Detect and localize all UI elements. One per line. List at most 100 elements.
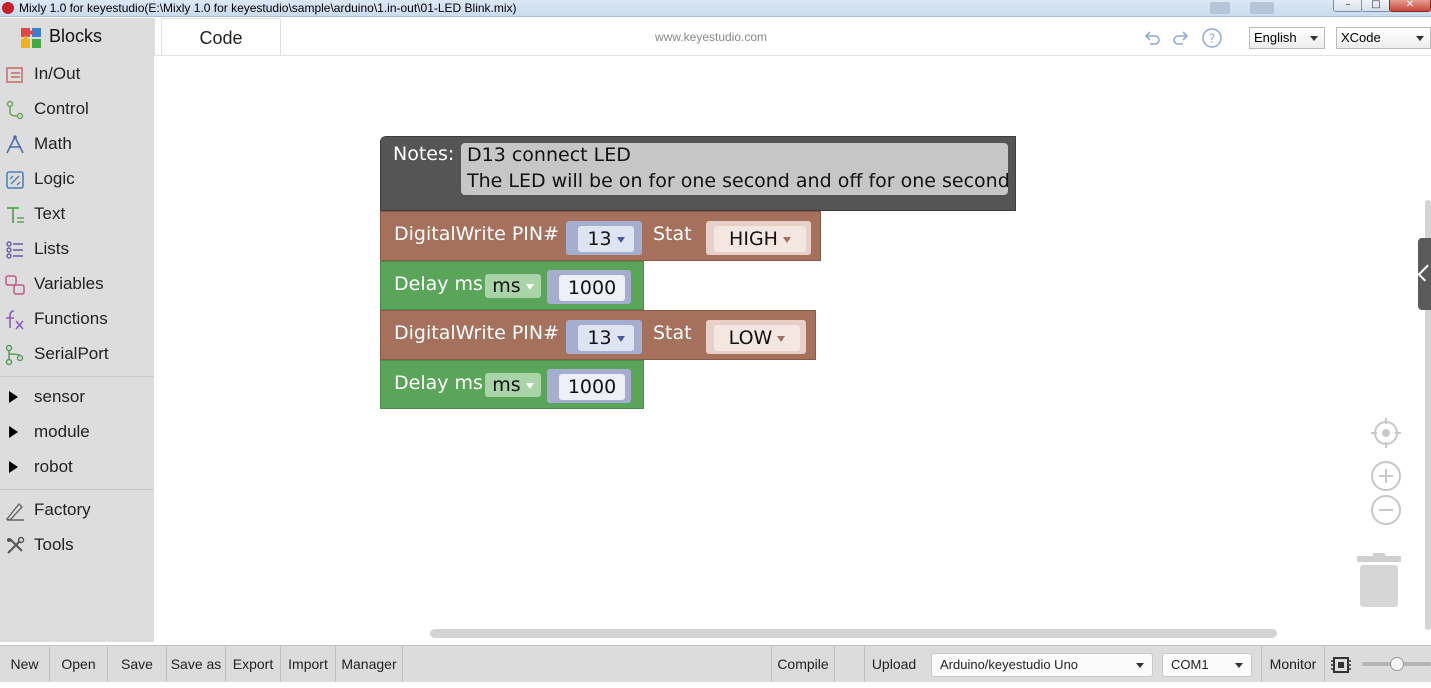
- horizontal-scrollbar[interactable]: [430, 629, 1277, 638]
- board-value: Arduino/keyestudio Uno: [940, 657, 1079, 672]
- toolbox-item-in-out[interactable]: In/Out: [0, 57, 154, 92]
- help-icon[interactable]: ?: [1201, 27, 1223, 49]
- digitalwrite-block[interactable]: DigitalWrite PIN# 13 Stat LOW: [380, 310, 816, 360]
- notes-textarea[interactable]: D13 connect LED The LED will be on for o…: [461, 143, 1010, 195]
- toolbox-group-module[interactable]: module: [0, 415, 154, 450]
- chevron-down-icon: [616, 335, 625, 342]
- zoom-in-icon[interactable]: [1370, 460, 1402, 492]
- new-button[interactable]: New: [0, 646, 50, 683]
- stat-dropdown[interactable]: HIGH: [714, 226, 806, 252]
- toolbox-item-tools[interactable]: Tools: [0, 528, 154, 563]
- toolbox-item-serialport[interactable]: SerialPort: [0, 337, 154, 372]
- delay-input[interactable]: 1000: [559, 275, 625, 301]
- digitalwrite-label: DigitalWrite PIN#: [394, 322, 560, 344]
- zoom-slider-handle[interactable]: [1390, 657, 1404, 671]
- puzzle-icon: [20, 27, 42, 49]
- redo-icon[interactable]: [1171, 28, 1191, 48]
- chevron-down-icon: [782, 236, 791, 243]
- stat-socket: HIGH: [706, 221, 811, 255]
- toolbox-group-sensor[interactable]: sensor: [0, 380, 154, 415]
- undo-icon[interactable]: [1142, 28, 1162, 48]
- unit-value: ms: [492, 374, 521, 396]
- recenter-icon[interactable]: [1370, 417, 1402, 449]
- toolbox-item-label: In/Out: [34, 64, 81, 83]
- notes-block[interactable]: Notes: D13 connect LED The LED will be o…: [380, 136, 1016, 211]
- pin-socket: 13: [566, 320, 642, 354]
- toolbox-item-label: Math: [34, 134, 72, 153]
- toolbox-item-math[interactable]: Math: [0, 127, 154, 162]
- theme-select[interactable]: XCode: [1336, 27, 1431, 49]
- upload-button[interactable]: Upload: [865, 646, 923, 683]
- chevron-down-icon: [1235, 663, 1243, 668]
- open-button[interactable]: Open: [50, 646, 108, 683]
- toolbox-item-variables[interactable]: Variables: [0, 267, 154, 302]
- toolbox-item-label: Variables: [34, 274, 104, 293]
- bottom-toolbar: New Open Save Save as Export Import Mana…: [0, 645, 1431, 683]
- pin-dropdown[interactable]: 13: [578, 226, 634, 252]
- trash-icon[interactable]: [1357, 553, 1401, 607]
- functions-icon: [4, 309, 26, 331]
- toolbox-item-label: Lists: [34, 239, 69, 258]
- export-button[interactable]: Export: [226, 646, 281, 683]
- logic-icon: [4, 169, 26, 191]
- unit-dropdown[interactable]: ms: [485, 373, 541, 397]
- toolbox-group-label: sensor: [34, 387, 86, 406]
- variables-icon: [4, 274, 26, 296]
- titlebar-widget: [1210, 2, 1230, 14]
- unit-dropdown[interactable]: ms: [485, 274, 541, 298]
- site-url[interactable]: www.keyestudio.com: [611, 30, 811, 44]
- compile-button[interactable]: Compile: [771, 646, 835, 683]
- stat-value: LOW: [728, 327, 773, 349]
- maximize-button[interactable]: □: [1361, 0, 1391, 12]
- chevron-down-icon: [616, 236, 625, 243]
- monitor-button[interactable]: Monitor: [1261, 646, 1325, 683]
- save-as-button[interactable]: Save as: [167, 646, 226, 683]
- stat-dropdown[interactable]: LOW: [714, 325, 800, 351]
- notes-label: Notes:: [393, 143, 455, 165]
- port-select[interactable]: COM1: [1162, 653, 1252, 677]
- zoom-out-icon[interactable]: [1370, 494, 1402, 526]
- pin-dropdown[interactable]: 13: [578, 325, 634, 351]
- chevron-left-icon: [1417, 264, 1431, 282]
- math-icon: [4, 134, 26, 156]
- delay-label: Delay ms: [394, 372, 483, 394]
- delay-input[interactable]: 1000: [559, 374, 625, 400]
- digitalwrite-label: DigitalWrite PIN#: [394, 223, 560, 245]
- stat-value: HIGH: [729, 228, 778, 250]
- svg-text:?: ?: [1209, 32, 1215, 46]
- delay-socket: 1000: [547, 369, 631, 403]
- toolbox-item-logic[interactable]: Logic: [0, 162, 154, 197]
- toolbox-item-control[interactable]: Control: [0, 92, 154, 127]
- chevron-down-icon: [525, 382, 534, 389]
- tab-blocks[interactable]: Blocks: [0, 18, 155, 56]
- delay-block[interactable]: Delay ms ms 1000: [380, 261, 644, 310]
- notes-line-2: The LED will be on for one second and of…: [467, 170, 1010, 192]
- toolbox-item-factory[interactable]: Factory: [0, 493, 154, 528]
- window-title: Mixly 1.0 for keyestudio(E:\Mixly 1.0 fo…: [19, 1, 517, 15]
- toolbox-group-robot[interactable]: robot: [0, 450, 154, 485]
- tools-icon: [4, 535, 26, 557]
- toolbox-item-label: Tools: [34, 535, 74, 554]
- language-value: English: [1254, 30, 1297, 45]
- save-button[interactable]: Save: [108, 646, 167, 683]
- toolbox-item-functions[interactable]: Functions: [0, 302, 154, 337]
- board-select[interactable]: Arduino/keyestudio Uno: [931, 653, 1153, 677]
- chevron-down-icon: [777, 335, 786, 342]
- toolbox-item-text[interactable]: Text: [0, 197, 154, 232]
- toolbox-item-label: Logic: [34, 169, 75, 188]
- expand-arrow-icon: [9, 426, 18, 438]
- delay-label: Delay ms: [394, 273, 483, 295]
- toolbox-item-lists[interactable]: Lists: [0, 232, 154, 267]
- language-select[interactable]: English: [1249, 27, 1325, 49]
- minimize-button[interactable]: –: [1333, 0, 1363, 12]
- digitalwrite-block[interactable]: DigitalWrite PIN# 13 Stat HIGH: [380, 211, 821, 261]
- toolbox-divider: [0, 376, 154, 377]
- chip-icon[interactable]: [1330, 655, 1352, 675]
- notes-line-1: D13 connect LED: [467, 144, 631, 166]
- close-button[interactable]: ✕: [1389, 0, 1431, 12]
- delay-block[interactable]: Delay ms ms 1000: [380, 360, 644, 409]
- manager-button[interactable]: Manager: [336, 646, 403, 683]
- flyout-toggle[interactable]: [1417, 238, 1431, 310]
- import-button[interactable]: Import: [281, 646, 336, 683]
- tab-code[interactable]: Code: [161, 18, 281, 56]
